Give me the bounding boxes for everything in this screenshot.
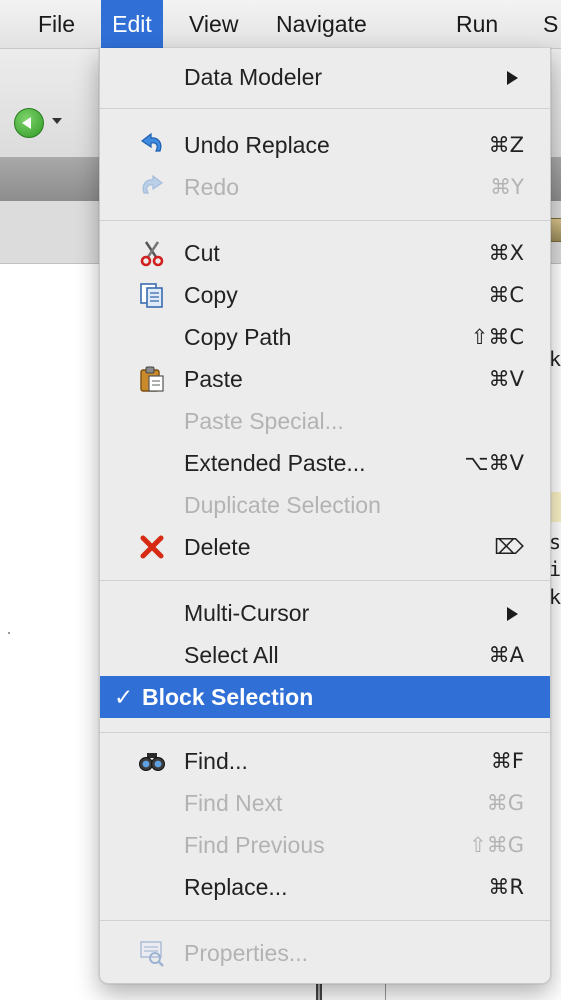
menu-item-undo[interactable]: Undo Replace ⌘Z bbox=[100, 124, 550, 166]
menu-item-label: Find Next bbox=[184, 790, 283, 816]
menu-item-label: Cut bbox=[184, 240, 220, 266]
menu-item-shortcut: ⌘R bbox=[488, 875, 524, 899]
menu-item-cut[interactable]: Cut ⌘X bbox=[100, 232, 550, 274]
menu-separator bbox=[100, 108, 550, 109]
menu-item-shortcut: ⌘Y bbox=[490, 175, 524, 199]
menubar-view[interactable]: View bbox=[189, 0, 238, 48]
menu-item-label: Undo Replace bbox=[184, 132, 330, 158]
menu-item-duplicate-selection[interactable]: Duplicate Selection bbox=[100, 484, 550, 526]
menu-item-label: Multi-Cursor bbox=[184, 600, 310, 626]
menu-item-label: Duplicate Selection bbox=[184, 492, 381, 518]
menu-item-shortcut: ⌘G bbox=[486, 791, 524, 815]
paste-icon bbox=[140, 366, 164, 392]
menubar-file[interactable]: File bbox=[38, 0, 75, 48]
menubar-run[interactable]: Run bbox=[456, 0, 498, 48]
menu-item-label: Extended Paste... bbox=[184, 450, 366, 476]
menu-item-label: Data Modeler bbox=[184, 64, 323, 90]
menu-item-label: Find... bbox=[184, 748, 248, 774]
menu-item-shortcut: ⌘F bbox=[490, 749, 524, 773]
forward-delete-key-icon: ⌦ bbox=[494, 535, 524, 559]
menu-item-block-selection[interactable]: ✓ Block Selection bbox=[100, 676, 550, 718]
menu-item-shortcut: ⇧⌘C bbox=[470, 325, 524, 349]
menu-item-shortcut: ⌘A bbox=[488, 643, 524, 667]
menu-item-label: Properties... bbox=[184, 940, 308, 966]
menu-item-replace[interactable]: Replace... ⌘R bbox=[100, 866, 550, 908]
menu-item-label: Copy bbox=[184, 282, 238, 308]
menu-item-properties[interactable]: Properties... bbox=[100, 932, 550, 974]
menu-item-shortcut: ⌘V bbox=[488, 367, 524, 391]
menubar-navigate[interactable]: Navigate bbox=[276, 0, 367, 48]
menu-item-label: Select All bbox=[184, 642, 279, 668]
menu-item-find-previous[interactable]: Find Previous ⇧⌘G bbox=[100, 824, 550, 866]
delete-x-icon bbox=[140, 535, 164, 559]
submenu-arrow-icon bbox=[507, 607, 518, 621]
undo-icon bbox=[140, 132, 162, 152]
menu-item-label: Delete bbox=[184, 534, 251, 560]
menu-item-paste[interactable]: Paste ⌘V bbox=[100, 358, 550, 400]
menu-item-copy-path[interactable]: Copy Path ⇧⌘C bbox=[100, 316, 550, 358]
menu-item-extended-paste[interactable]: Extended Paste... ⌥⌘V bbox=[100, 442, 550, 484]
menu-item-label: Paste Special... bbox=[184, 408, 344, 434]
back-dropdown-icon[interactable] bbox=[52, 118, 62, 124]
menu-item-label: Find Previous bbox=[184, 832, 325, 858]
menu-item-label: Paste bbox=[184, 366, 243, 392]
submenu-arrow-icon bbox=[507, 71, 518, 85]
menu-item-data-modeler[interactable]: Data Modeler bbox=[100, 56, 550, 98]
binoculars-icon bbox=[139, 753, 165, 771]
menu-item-multi-cursor[interactable]: Multi-Cursor bbox=[100, 592, 550, 634]
splitter-handle[interactable] bbox=[316, 984, 322, 1000]
scissors-icon bbox=[140, 241, 164, 267]
menu-item-shortcut: ⌘Z bbox=[488, 133, 524, 157]
menubar-s[interactable]: S bbox=[543, 0, 558, 48]
menu-item-copy[interactable]: Copy ⌘C bbox=[100, 274, 550, 316]
menu-bar: File Edit View Navigate Run S bbox=[0, 0, 561, 49]
divider bbox=[385, 983, 386, 1000]
properties-icon bbox=[140, 941, 164, 967]
edit-menu: Data Modeler Undo Replace ⌘Z Redo ⌘Y Cut… bbox=[99, 48, 551, 984]
menu-separator bbox=[100, 920, 550, 921]
menu-item-label: Block Selection bbox=[142, 684, 314, 710]
menu-separator bbox=[100, 220, 550, 221]
dot bbox=[8, 632, 10, 634]
menu-item-shortcut: ⌘X bbox=[488, 241, 524, 265]
menu-item-redo[interactable]: Redo ⌘Y bbox=[100, 166, 550, 208]
menu-separator bbox=[100, 732, 550, 733]
checkmark-icon: ✓ bbox=[114, 684, 134, 710]
menu-item-paste-special[interactable]: Paste Special... bbox=[100, 400, 550, 442]
menu-separator bbox=[100, 580, 550, 581]
menu-item-delete[interactable]: Delete ⌦ bbox=[100, 526, 550, 568]
menu-item-label: Redo bbox=[184, 174, 239, 200]
menu-item-shortcut: ⇧⌘G bbox=[469, 833, 524, 857]
menubar-edit[interactable]: Edit bbox=[101, 0, 163, 48]
menu-item-find[interactable]: Find... ⌘F bbox=[100, 740, 550, 782]
redo-icon bbox=[142, 174, 164, 194]
menu-item-label: Copy Path bbox=[184, 324, 292, 350]
menu-item-shortcut: ⌥⌘V bbox=[464, 451, 524, 475]
menu-item-find-next[interactable]: Find Next ⌘G bbox=[100, 782, 550, 824]
copy-icon bbox=[140, 283, 163, 308]
menu-item-shortcut: ⌘C bbox=[488, 283, 524, 307]
back-arrow-icon[interactable] bbox=[14, 108, 44, 138]
menu-item-select-all[interactable]: Select All ⌘A bbox=[100, 634, 550, 676]
menu-item-label: Replace... bbox=[184, 874, 288, 900]
